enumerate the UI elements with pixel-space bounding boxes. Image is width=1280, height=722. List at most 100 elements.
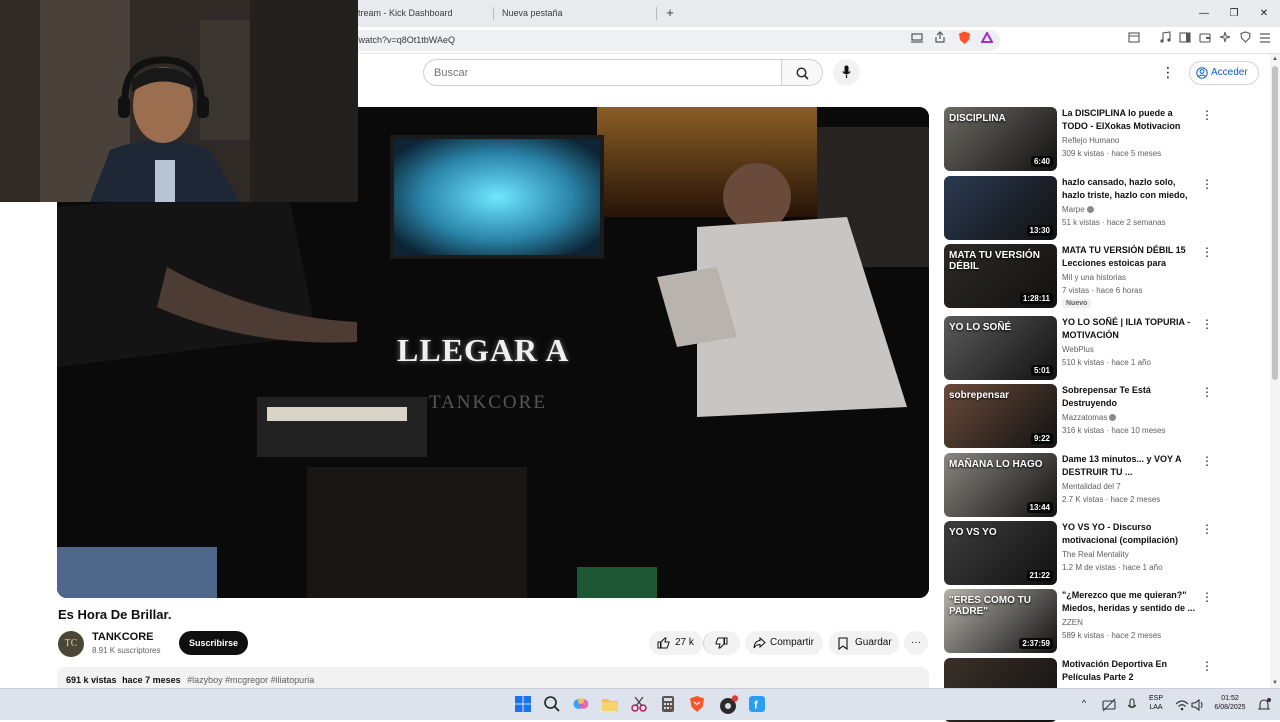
taskbar-search-button[interactable] bbox=[543, 695, 563, 715]
recommendation-item[interactable]: "ERES COMO TU PADRE" 2:37:59 "¿Merezco que… bbox=[944, 589, 1220, 653]
recommendation-channel[interactable]: WebPlus bbox=[1062, 345, 1094, 354]
channel-avatar[interactable]: TC bbox=[58, 631, 84, 657]
voice-search-button[interactable] bbox=[833, 59, 860, 86]
sign-in-button[interactable]: Acceder bbox=[1189, 61, 1259, 85]
recommendation-item[interactable]: DISCIPLINA 6:40 La DISCIPLINA lo puede a T… bbox=[944, 107, 1220, 171]
recommendation-channel[interactable]: ZZEN bbox=[1062, 618, 1083, 627]
recommendation-menu-icon[interactable]: ⋮ bbox=[1200, 453, 1214, 469]
hashtags[interactable]: #lazyboy #mcgregor #iliatopuria bbox=[187, 675, 314, 685]
reader-mode-icon[interactable] bbox=[1125, 31, 1143, 49]
scroll-thumb[interactable] bbox=[1272, 66, 1278, 380]
recommendation-thumbnail[interactable]: MAÑANA LO HAGO 13:44 bbox=[944, 453, 1057, 517]
dislike-button[interactable] bbox=[703, 631, 740, 655]
tray-network-off-icon[interactable] bbox=[1101, 697, 1117, 713]
recommendation-title[interactable]: Motivación Deportiva En Películas Parte … bbox=[1062, 658, 1200, 684]
recommendation-item[interactable]: sobrepensar 9:22 Sobrepensar Te Está Destr… bbox=[944, 384, 1220, 448]
search-icon bbox=[544, 696, 560, 712]
share-button[interactable]: Compartir bbox=[745, 631, 823, 655]
new-tab-button[interactable]: + bbox=[662, 0, 678, 27]
recommendation-title[interactable]: hazlo cansado, hazlo solo, hazlo triste,… bbox=[1062, 176, 1200, 203]
view-count: 691 k vistas bbox=[66, 675, 117, 685]
pinned-app-button[interactable]: f bbox=[748, 695, 768, 715]
recommendation-title[interactable]: YO VS YO - Discurso motivacional (compil… bbox=[1062, 521, 1200, 547]
recommendation-title[interactable]: Dame 13 minutos... y VOY A DESTRUIR TU .… bbox=[1062, 453, 1200, 479]
recommendation-item[interactable]: MAÑANA LO HAGO 13:44 Dame 13 minutos... y … bbox=[944, 453, 1220, 517]
recommendation-views: 309 k vistas bbox=[1062, 149, 1105, 158]
search-input[interactable] bbox=[424, 60, 782, 85]
restore-button[interactable]: ❐ bbox=[1218, 0, 1250, 27]
clock[interactable]: 01:52 6/08/2025 bbox=[1212, 695, 1248, 711]
wifi-icon[interactable] bbox=[1174, 697, 1190, 713]
recommendation-thumbnail[interactable]: 13:30 bbox=[944, 176, 1057, 240]
recommendation-channel[interactable]: The Real Mentality bbox=[1062, 550, 1129, 559]
menu-icon[interactable] bbox=[1256, 31, 1274, 49]
recommendation-menu-icon[interactable]: ⋮ bbox=[1200, 384, 1214, 400]
recommendation-channel[interactable]: Mil y una historias bbox=[1062, 273, 1126, 282]
share-icon[interactable] bbox=[931, 31, 949, 49]
page-scrollbar[interactable]: ▲ ▼ bbox=[1270, 54, 1280, 688]
start-button[interactable] bbox=[514, 695, 534, 715]
brave-shield-icon[interactable] bbox=[955, 31, 973, 49]
recommendation-thumbnail[interactable]: YO VS YO 21:22 bbox=[944, 521, 1057, 585]
recommendation-title[interactable]: YO LO SOÑÉ | ILIA TOPURIA - MOTIVACIÓN bbox=[1062, 316, 1200, 342]
subscribe-button[interactable]: Suscribirse bbox=[179, 631, 248, 655]
recommendation-menu-icon[interactable]: ⋮ bbox=[1200, 176, 1214, 192]
recommendation-thumbnail[interactable]: DISCIPLINA 6:40 bbox=[944, 107, 1057, 171]
recommendation-thumbnail[interactable]: YO LO SOÑÉ 5:01 bbox=[944, 316, 1057, 380]
recommendation-menu-icon[interactable]: ⋮ bbox=[1200, 589, 1214, 605]
file-explorer-button[interactable] bbox=[601, 695, 621, 715]
snipping-tool-button[interactable] bbox=[630, 695, 650, 715]
recommendation-menu-icon[interactable]: ⋮ bbox=[1200, 316, 1214, 332]
language-indicator[interactable]: ESP LAA bbox=[1146, 695, 1166, 711]
media-icon[interactable] bbox=[1156, 31, 1174, 49]
notification-icon[interactable] bbox=[1256, 697, 1272, 713]
recommendation-menu-icon[interactable]: ⋮ bbox=[1200, 107, 1214, 123]
close-button[interactable]: ✕ bbox=[1248, 0, 1280, 27]
volume-icon[interactable] bbox=[1190, 697, 1206, 713]
recommendation-item[interactable]: MATA TU VERSIÓN DÉBIL 1:28:11 MATA TU VERS… bbox=[944, 244, 1220, 308]
recommendation-channel[interactable]: Reflejo Humano bbox=[1062, 136, 1119, 145]
brave-rewards-icon[interactable] bbox=[978, 30, 996, 49]
sidebar-icon[interactable] bbox=[1176, 31, 1194, 49]
recommendation-title[interactable]: MATA TU VERSIÓN DÉBIL 15 Lecciones estoi… bbox=[1062, 244, 1200, 271]
calculator-button[interactable] bbox=[659, 695, 679, 715]
recommendation-menu-icon[interactable]: ⋮ bbox=[1200, 244, 1214, 260]
obs-button[interactable] bbox=[719, 695, 739, 715]
recommendation-item[interactable]: YO VS YO 21:22 YO VS YO - Discurso motivac… bbox=[944, 521, 1220, 585]
scroll-up-icon[interactable]: ▲ bbox=[1272, 56, 1278, 62]
more-actions-button[interactable]: ··· bbox=[904, 631, 928, 655]
recommendation-channel[interactable]: Mentalidad del 7 bbox=[1062, 482, 1121, 491]
recommendation-thumbnail[interactable]: MATA TU VERSIÓN DÉBIL 1:28:11 bbox=[944, 244, 1057, 308]
recommendation-menu-icon[interactable]: ⋮ bbox=[1200, 521, 1214, 537]
save-button[interactable]: Guardar bbox=[829, 631, 899, 655]
recommendation-channel[interactable]: Marpe bbox=[1062, 205, 1094, 214]
tray-overflow-icon[interactable]: ^ bbox=[1082, 698, 1086, 708]
copilot-button[interactable] bbox=[572, 695, 592, 715]
thumbnail-text: "ERES COMO TU PADRE" bbox=[949, 595, 1031, 617]
recommendation-item[interactable]: YO LO SOÑÉ 5:01 YO LO SOÑÉ | ILIA TOPURIA … bbox=[944, 316, 1220, 380]
recommendation-item[interactable]: 13:30 hazlo cansado, hazlo solo, hazlo tr… bbox=[944, 176, 1220, 240]
recommendation-age: hace 2 meses bbox=[1111, 631, 1162, 640]
like-button[interactable]: 27 k bbox=[649, 631, 703, 655]
minimize-button[interactable]: — bbox=[1188, 0, 1220, 27]
recommendation-title[interactable]: "¿Merezco que me quieran?" Miedos, herid… bbox=[1062, 589, 1200, 615]
recommendation-channel[interactable]: Mazzatomas bbox=[1062, 413, 1117, 422]
search-button[interactable] bbox=[781, 59, 823, 86]
leo-ai-icon[interactable] bbox=[1216, 31, 1234, 49]
recommendation-thumbnail[interactable]: "ERES COMO TU PADRE" 2:37:59 bbox=[944, 589, 1057, 653]
tab-new-tab[interactable]: Nueva pestaña bbox=[494, 0, 644, 27]
recommendation-menu-icon[interactable]: ⋮ bbox=[1200, 658, 1214, 674]
recommendation-thumbnail[interactable]: sobrepensar 9:22 bbox=[944, 384, 1057, 448]
scroll-down-icon[interactable]: ▼ bbox=[1272, 680, 1278, 686]
recommendation-title[interactable]: Sobrepensar Te Está Destruyendo bbox=[1062, 384, 1200, 410]
channel-name-link[interactable]: TANKCORE bbox=[92, 631, 154, 643]
tab-kick-dashboard[interactable]: tream - Kick Dashboard bbox=[350, 0, 490, 27]
settings-menu-button[interactable]: ⋮ bbox=[1158, 62, 1178, 82]
tray-microphone-icon[interactable] bbox=[1124, 697, 1140, 713]
brave-browser-button[interactable] bbox=[688, 695, 708, 715]
cast-icon[interactable] bbox=[908, 31, 926, 49]
video-title: Es Hora De Brillar. bbox=[58, 607, 172, 622]
wallet-icon[interactable] bbox=[1196, 31, 1214, 49]
vpn-shield-icon[interactable] bbox=[1236, 31, 1254, 49]
recommendation-title[interactable]: La DISCIPLINA lo puede a TODO - ElXokas … bbox=[1062, 107, 1200, 133]
